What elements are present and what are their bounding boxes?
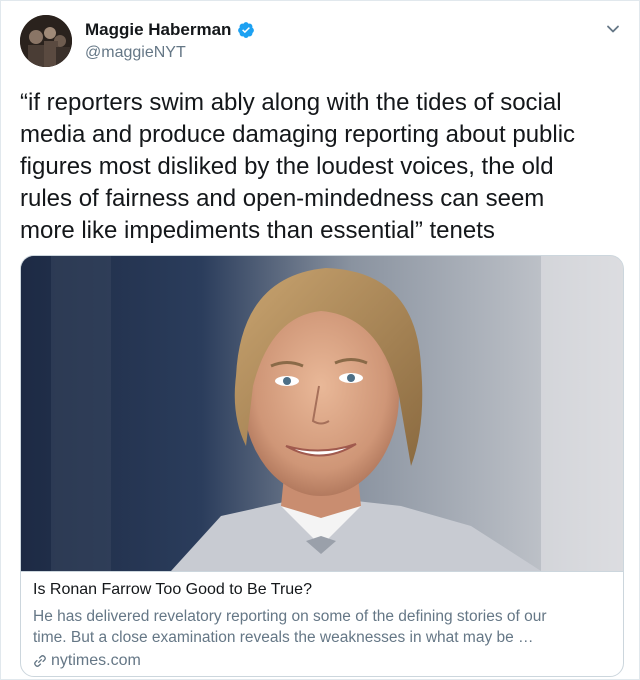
portrait-image [21, 256, 623, 571]
chevron-down-icon[interactable] [605, 21, 621, 37]
card-body[interactable]: Is Ronan Farrow Too Good to Be True? He … [21, 571, 623, 671]
card-title[interactable]: Is Ronan Farrow Too Good to Be True? [33, 580, 611, 600]
avatar[interactable] [20, 15, 72, 67]
tweet-text-line: media and produce damaging reporting abo… [20, 121, 576, 148]
tweet-text-line: rules of fairness and open-mindedness ca… [20, 185, 545, 212]
card-description-line: He has delivered revelatory reporting on… [33, 608, 547, 625]
author-row: Maggie Haberman [85, 20, 255, 40]
link-preview-card[interactable]: Is Ronan Farrow Too Good to Be True? He … [20, 255, 624, 677]
card-image[interactable] [21, 256, 623, 571]
avatar-image [20, 15, 72, 67]
tweet-text-line: figures most disliked by the loudest voi… [20, 153, 554, 180]
card-description-line: time. But a close examination reveals th… [33, 629, 534, 646]
tweet-text-line: “if reporters swim ably along with the t… [20, 89, 562, 116]
card-description: He has delivered revelatory reporting on… [33, 606, 611, 648]
tweet-text-line: more like impediments than essential” te… [20, 217, 495, 244]
tweet: Maggie Haberman @maggieNYT “if reporters… [0, 0, 640, 680]
author-handle[interactable]: @maggieNYT [85, 44, 186, 62]
verified-badge-icon [237, 21, 255, 39]
card-domain[interactable]: nytimes.com [51, 651, 141, 671]
author-name[interactable]: Maggie Haberman [85, 20, 231, 40]
link-icon [33, 654, 47, 668]
card-domain-row[interactable]: nytimes.com [33, 651, 611, 671]
tweet-text: “if reporters swim ably along with the t… [20, 87, 626, 247]
